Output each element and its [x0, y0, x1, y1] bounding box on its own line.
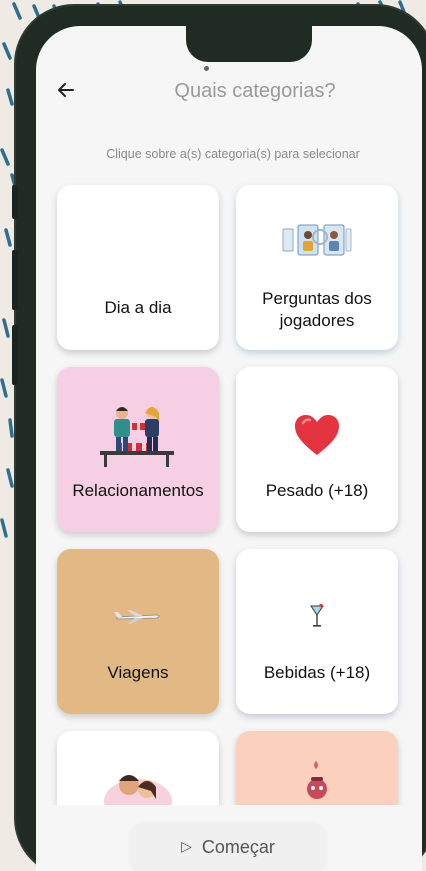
- category-label-line: jogadores: [279, 311, 355, 330]
- player-profiles-icon: [282, 224, 352, 256]
- phone-side-button: [12, 185, 18, 219]
- page-title: Quais categorias?: [174, 80, 336, 102]
- arrow-left-icon: [58, 83, 74, 97]
- category-card-viagens[interactable]: Viagens: [57, 549, 219, 714]
- category-label-line: Perguntas dos: [262, 289, 372, 308]
- instructions-text: Clique sobre a(s) categoria(s) para sele…: [106, 147, 360, 161]
- category-card-dia-a-dia[interactable]: Dia a dia: [57, 185, 219, 350]
- category-label: Dia a dia: [104, 298, 172, 317]
- phone-side-button: [12, 325, 18, 385]
- heart-icon: [295, 415, 339, 455]
- camera-dot: [204, 66, 209, 71]
- category-card-relacionamentos[interactable]: Relacionamentos: [57, 367, 219, 532]
- play-icon: ▷: [181, 839, 192, 855]
- cartoon-character-icon: [307, 761, 327, 799]
- category-label: Relacionamentos: [72, 481, 204, 500]
- hugging-couple-icon: [104, 775, 172, 805]
- category-card-hugging-couple[interactable]: [57, 731, 219, 805]
- category-label: Perguntas dos jogadores: [236, 288, 398, 332]
- category-label: Pesado (+18): [265, 481, 369, 500]
- start-button[interactable]: ▷ Começar: [130, 822, 326, 871]
- phone-side-button: [12, 250, 18, 310]
- category-label: Bebidas (+18): [263, 663, 371, 682]
- couple-drinks-icon: [100, 407, 174, 467]
- category-card-bebidas[interactable]: Bebidas (+18): [236, 549, 398, 714]
- back-button[interactable]: [52, 76, 80, 104]
- airplane-icon: [114, 610, 160, 624]
- category-card-pesado[interactable]: Pesado (+18): [236, 367, 398, 532]
- category-card-perguntas-dos-jogadores[interactable]: Perguntas dos jogadores: [236, 185, 398, 350]
- cocktail-icon: [310, 603, 324, 627]
- category-label: Viagens: [107, 663, 169, 682]
- start-button-label: Começar: [201, 836, 275, 857]
- category-card-cartoon-character[interactable]: [236, 731, 398, 805]
- phone-notch: [186, 26, 312, 62]
